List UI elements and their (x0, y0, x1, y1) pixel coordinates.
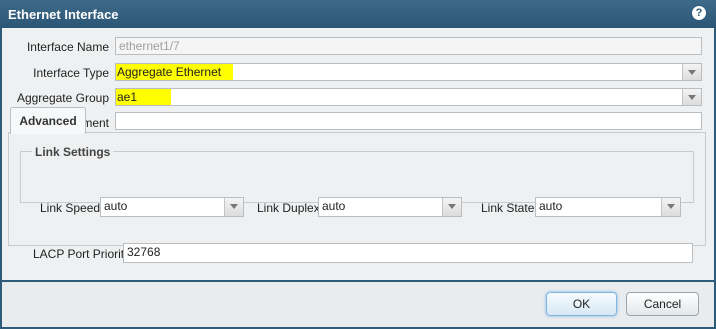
tab-advanced-label: Advanced (19, 114, 77, 128)
dialog-title: Ethernet Interface (8, 7, 119, 22)
lacp-priority-value: 32768 (127, 245, 161, 259)
interface-name-value: ethernet1/7 (119, 39, 180, 53)
help-icon[interactable]: ? (692, 6, 706, 20)
aggregate-group-select[interactable]: ae1 (115, 88, 702, 106)
link-state-label: Link State (481, 201, 535, 215)
tab-advanced[interactable]: Advanced (10, 107, 86, 134)
chevron-down-icon[interactable] (661, 198, 680, 216)
dialog-titlebar: Ethernet Interface ? (0, 0, 716, 28)
chevron-down-icon[interactable] (442, 198, 461, 216)
chevron-down-icon[interactable] (682, 64, 701, 80)
chevron-down-icon[interactable] (224, 198, 243, 216)
link-duplex-select[interactable]: auto (318, 197, 462, 217)
aggregate-group-label: Aggregate Group (16, 91, 109, 105)
chevron-down-icon[interactable] (682, 89, 701, 105)
comment-input[interactable] (115, 112, 702, 130)
cancel-button[interactable]: Cancel (626, 292, 699, 316)
interface-name-label: Interface Name (26, 40, 109, 54)
link-state-select[interactable]: auto (535, 197, 681, 217)
link-duplex-value: auto (322, 199, 346, 213)
link-speed-label: Link Speed (40, 201, 101, 215)
lacp-priority-label: LACP Port Priority (33, 247, 131, 261)
lacp-priority-input[interactable]: 32768 (123, 243, 693, 263)
link-settings-legend: Link Settings (32, 145, 114, 159)
interface-type-label: Interface Type (33, 66, 109, 80)
link-speed-select[interactable]: auto (100, 197, 244, 217)
link-settings-group (20, 151, 694, 203)
interface-name-field: ethernet1/7 (115, 37, 702, 55)
interface-type-select[interactable]: Aggregate Ethernet (115, 63, 702, 81)
link-speed-value: auto (104, 199, 128, 213)
interface-type-value: Aggregate Ethernet (116, 64, 234, 80)
link-duplex-label: Link Duplex (257, 201, 320, 215)
aggregate-group-value: ae1 (116, 89, 172, 105)
ok-button[interactable]: OK (546, 292, 617, 316)
link-state-value: auto (539, 199, 563, 213)
